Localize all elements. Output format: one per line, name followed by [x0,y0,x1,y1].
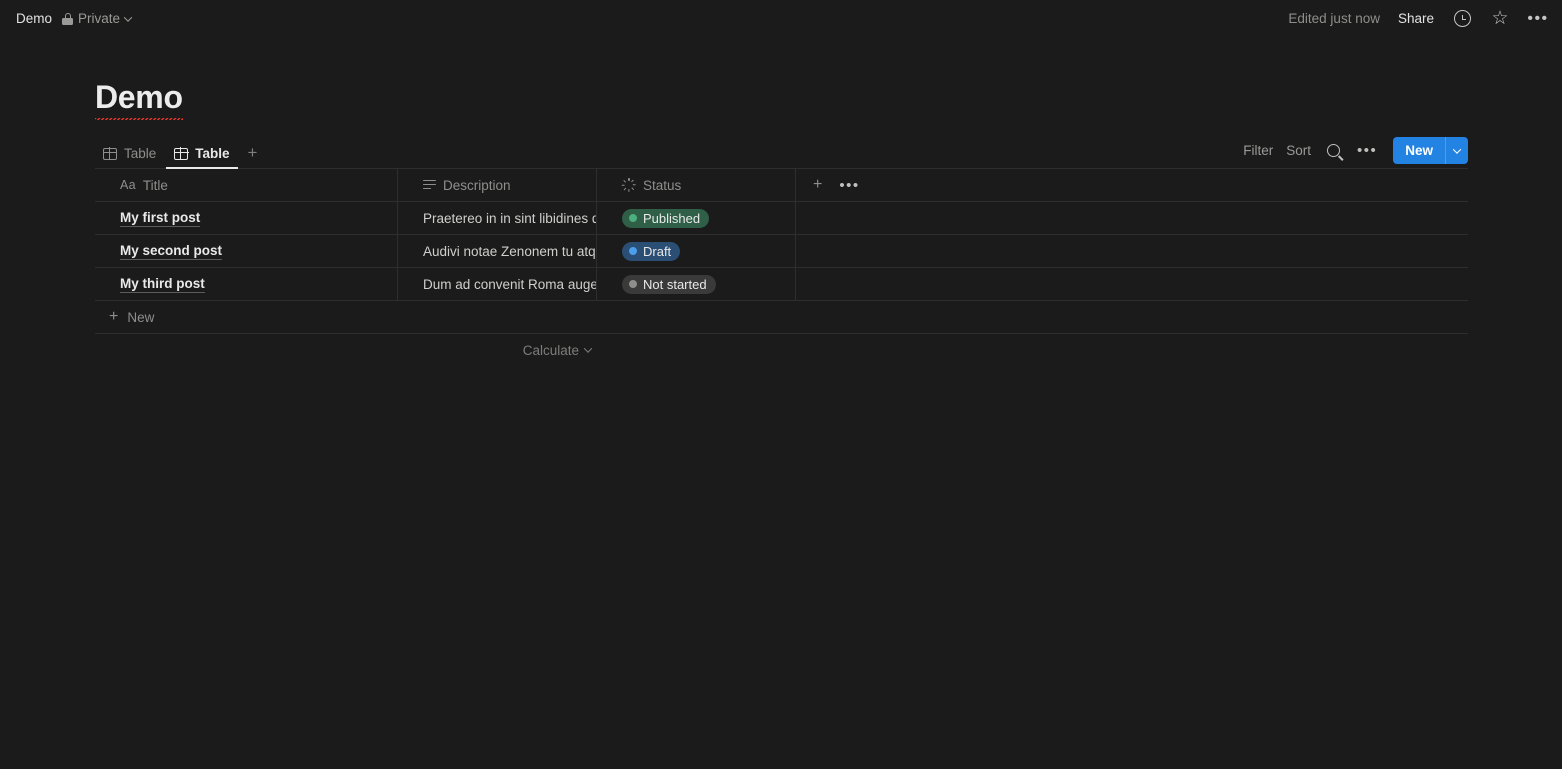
row-description: Dum ad convenit Roma augere [423,276,597,292]
cell-status[interactable]: Published [597,201,796,235]
column-header-description[interactable]: Description [398,168,597,202]
page-title[interactable]: Demo [95,79,183,120]
privacy-label: Private [78,11,121,26]
search-button[interactable] [1324,141,1344,161]
favorite-button[interactable]: ☆ [1490,9,1510,29]
row-title-link[interactable]: My first post [120,209,201,227]
search-icon [1327,144,1341,157]
status-label: Published [643,210,701,226]
table-footer: Calculate [95,334,1468,366]
table-row[interactable]: My second post Audivi notae Zenonem tu a… [95,234,1468,268]
calculate-button[interactable]: Calculate [398,343,597,358]
table-toolbar: Filter Sort ••• New [1243,137,1468,168]
new-button-dropdown[interactable] [1445,137,1468,164]
edited-status: Edited just now [1288,11,1380,26]
chevron-down-icon [1452,144,1462,154]
cell-title[interactable]: My second post [95,234,398,268]
privacy-selector[interactable]: Private [62,11,133,26]
tab-table-2[interactable]: Table [166,144,238,169]
text-aa-icon: Aa [120,178,136,192]
database-table: Aa Title Description Status + ••• My fir… [95,168,1468,366]
cell-status[interactable]: Not started [597,267,796,301]
share-button[interactable]: Share [1398,11,1434,26]
column-label: Title [142,177,168,193]
table-options-button[interactable]: ••• [839,178,859,193]
column-header-status[interactable]: Status [597,168,796,202]
top-bar-right: Edited just now Share ☆ ••• [1288,9,1548,29]
cell-title[interactable]: My third post [95,267,398,301]
status-badge: Draft [622,241,681,261]
cell-description[interactable]: Audivi notae Zenonem tu atque [398,234,597,268]
row-title-link[interactable]: My third post [120,275,205,293]
status-dot-icon [629,214,637,222]
tab-label: Table [195,146,230,161]
status-label: Not started [643,276,707,292]
chevron-down-icon [583,344,593,353]
table-icon [102,147,118,160]
cell-description[interactable]: Dum ad convenit Roma augere [398,267,597,301]
table-header-row: Aa Title Description Status + ••• [95,168,1468,202]
star-icon: ☆ [1491,8,1509,29]
status-dot-icon [629,280,637,288]
status-label: Draft [643,243,672,259]
column-label: Status [643,177,682,193]
column-header-title[interactable]: Aa Title [95,168,398,202]
status-spinner-icon [621,178,636,192]
row-description: Audivi notae Zenonem tu atque [423,243,597,259]
view-tabs: Table Table + [95,144,266,169]
table-header-actions: + ••• [796,177,860,193]
breadcrumb-demo[interactable]: Demo [16,11,52,26]
add-row-button[interactable]: + New [95,301,1468,334]
new-button-label: New [1405,143,1433,158]
add-column-button[interactable]: + [813,177,822,193]
cell-status[interactable]: Draft [597,234,796,268]
cell-description[interactable]: Praetereo in in sint libidines quo [398,201,597,235]
view-more-button[interactable]: ••• [1357,143,1377,158]
chevron-down-icon [123,12,133,22]
plus-icon: + [109,308,119,325]
table-row[interactable]: My first post Praetereo in in sint libid… [95,201,1468,235]
tab-label: Table [124,146,157,161]
view-bar: Table Table + Filter Sort ••• New [95,137,1468,169]
more-horizontal-icon: ••• [1527,9,1549,27]
sort-button[interactable]: Sort [1286,143,1311,158]
row-title-link[interactable]: My second post [120,242,223,260]
rich-text-lines-icon [423,179,436,191]
add-view-button[interactable]: + [240,144,266,168]
cell-title[interactable]: My first post [95,201,398,235]
column-label: Description [443,177,511,193]
status-badge: Published [622,208,710,228]
top-bar-left: Demo Private [16,11,133,26]
history-button[interactable] [1452,9,1472,29]
lock-icon [62,12,74,25]
page-content: Demo Table Table + Filter Sort ••• New A… [0,37,1562,366]
clock-icon [1453,10,1471,27]
table-icon [173,147,189,160]
calculate-label: Calculate [522,342,579,358]
add-row-label: New [127,309,155,325]
table-row[interactable]: My third post Dum ad convenit Roma auger… [95,267,1468,301]
status-badge: Not started [622,274,716,294]
filter-button[interactable]: Filter [1243,143,1273,158]
page-more-button[interactable]: ••• [1527,9,1549,29]
status-dot-icon [629,247,637,255]
tab-table-1[interactable]: Table [95,144,164,168]
new-button[interactable]: New [1393,137,1468,164]
row-description: Praetereo in in sint libidines quo [423,210,597,226]
top-bar: Demo Private Edited just now Share ☆ ••• [0,0,1562,37]
